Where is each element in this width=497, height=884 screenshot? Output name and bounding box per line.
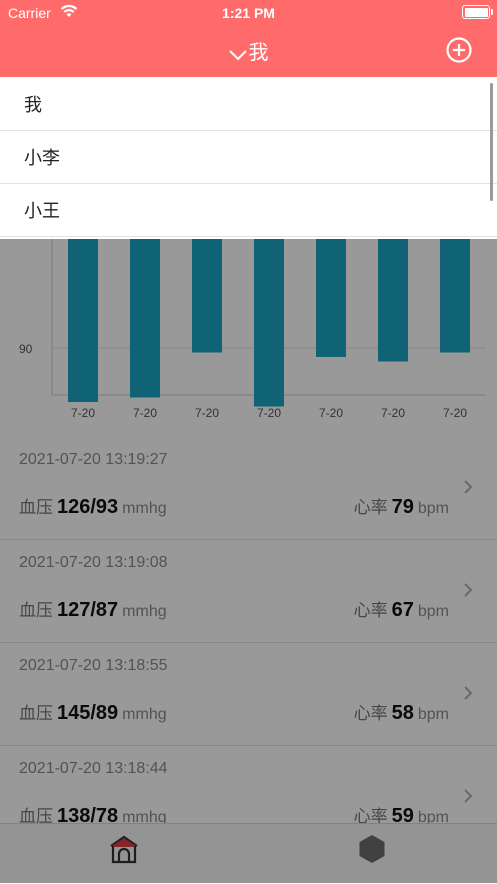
status-time: 1:21 PM: [222, 5, 275, 21]
dropdown-item-label: 小李: [24, 148, 60, 169]
status-bar: Carrier 1:21 PM: [0, 0, 497, 26]
user-selector[interactable]: 我: [0, 36, 497, 66]
dropdown-item-label: 小王: [24, 201, 60, 222]
plus-circle-icon: [446, 37, 472, 63]
dropdown-scrollbar[interactable]: [490, 83, 493, 201]
dropdown-item-label: 我: [24, 95, 42, 116]
chevron-down-icon: [228, 42, 247, 66]
dropdown-item-xiaowang[interactable]: 小王: [0, 183, 497, 237]
user-dropdown: 我 小李 小王: [0, 77, 497, 239]
add-button[interactable]: [446, 37, 472, 63]
top-bar: Carrier 1:21 PM 我: [0, 0, 497, 77]
dropdown-item-me[interactable]: 我: [0, 77, 497, 131]
current-user-label: 我: [248, 40, 269, 64]
battery-icon: [462, 5, 493, 19]
dropdown-item-xiaoli[interactable]: 小李: [0, 130, 497, 184]
